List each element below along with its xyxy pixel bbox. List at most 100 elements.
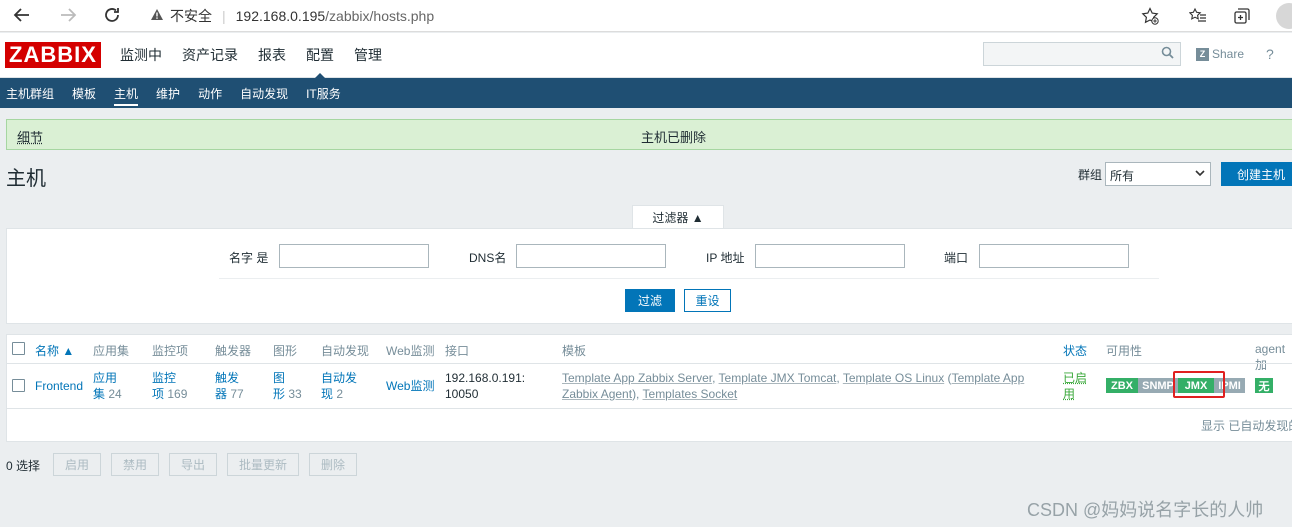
header-apps: 应用集 <box>93 342 129 359</box>
apps-count: 24 <box>108 387 121 401</box>
row-divider <box>7 408 1292 409</box>
share-label: Share <box>1212 47 1244 61</box>
insecure-label: 不安全 <box>170 6 212 26</box>
interface-cell: 192.168.0.191: 10050 <box>445 370 525 402</box>
header-discovery: 自动发现 <box>321 342 369 359</box>
status-line2: 用 <box>1063 386 1087 402</box>
forward-arrow-icon[interactable] <box>58 5 78 25</box>
share-link[interactable]: Z Share <box>1196 47 1244 61</box>
zabbix-logo[interactable]: ZABBIX <box>5 42 101 68</box>
filter-port-input[interactable] <box>979 244 1129 268</box>
warning-triangle-icon <box>150 8 164 24</box>
templates-cell: Template App Zabbix Server, Template JMX… <box>562 370 1042 402</box>
filter-panel: 名字 是 DNS名 IP 地址 端口 过滤 重设 <box>6 228 1292 324</box>
filter-name-input[interactable] <box>279 244 429 268</box>
template-link[interactable]: Template App Zabbix Server <box>562 371 712 385</box>
items-label-line2: 项 <box>152 387 164 401</box>
filter-ip-input[interactable] <box>755 244 905 268</box>
selected-count: 0 选择 <box>6 457 40 474</box>
graphs-label-line1: 图 <box>273 370 302 386</box>
search-icon[interactable] <box>1161 46 1174 62</box>
row-checkbox[interactable] <box>12 379 25 392</box>
filter-apply-button[interactable]: 过滤 <box>625 289 675 312</box>
status-enabled-link[interactable]: 已启 用 <box>1063 370 1087 402</box>
enable-button[interactable]: 启用 <box>53 453 101 476</box>
subnav-hosts[interactable]: 主机 <box>108 78 144 108</box>
header-availability: 可用性 <box>1106 342 1142 359</box>
favorites-icon[interactable] <box>1186 4 1210 28</box>
template-link[interactable]: Templates Socket <box>643 387 738 401</box>
subnav-templates[interactable]: 模板 <box>66 78 102 108</box>
top-menu: 监测中 资产记录 报表 配置 管理 <box>120 45 402 65</box>
highlight-box <box>1173 371 1225 398</box>
watermark-text: CSDN @妈妈说名字长的人帅 <box>1027 496 1263 522</box>
menu-inventory[interactable]: 资产记录 <box>182 45 238 65</box>
apps-label-line2: 集 <box>93 387 105 401</box>
discovery-label-line2: 现 <box>321 387 333 401</box>
subnav-it-services[interactable]: IT服务 <box>300 78 347 108</box>
status-line1: 已启 <box>1063 370 1087 386</box>
filter-port-label: 端口 <box>944 249 968 266</box>
reload-icon[interactable] <box>102 5 122 25</box>
delete-button[interactable]: 删除 <box>309 453 357 476</box>
filter-tab[interactable]: 过滤器 ▲ <box>632 205 724 229</box>
group-label: 群组 <box>1078 166 1102 183</box>
encryption-none-badge: 无 <box>1255 378 1273 393</box>
apps-link[interactable]: 应用 集 24 <box>93 370 122 402</box>
help-icon[interactable]: ? <box>1266 46 1274 62</box>
group-select[interactable]: 所有 <box>1105 162 1211 186</box>
mass-update-button[interactable]: 批量更新 <box>227 453 299 476</box>
select-all-checkbox[interactable] <box>12 342 25 355</box>
header-status[interactable]: 状态 <box>1063 342 1087 359</box>
collections-icon[interactable] <box>1230 4 1254 28</box>
subnav-discovery[interactable]: 自动发现 <box>234 78 294 108</box>
graphs-label-line2: 形 <box>273 387 285 401</box>
filter-reset-button[interactable]: 重设 <box>684 289 731 312</box>
discovery-count: 2 <box>336 387 343 401</box>
web-monitoring-link[interactable]: Web监测 <box>386 378 434 394</box>
page-title: 主机 <box>6 162 46 191</box>
header-name[interactable]: 名称 ▲ <box>35 342 74 359</box>
graphs-count: 33 <box>288 387 301 401</box>
filter-dns-input[interactable] <box>516 244 666 268</box>
filter-dns-label: DNS名 <box>469 249 506 266</box>
menu-monitoring[interactable]: 监测中 <box>120 45 162 65</box>
menu-reports[interactable]: 报表 <box>258 45 286 65</box>
template-link[interactable]: Template App <box>952 371 1025 385</box>
url-host: 192.168.0.195 <box>236 8 326 24</box>
subnav-maintenance[interactable]: 维护 <box>150 78 186 108</box>
message-details-link[interactable]: 细节 <box>17 127 43 146</box>
subnav-actions[interactable]: 动作 <box>192 78 228 108</box>
graphs-link[interactable]: 图 形 33 <box>273 370 302 402</box>
favorite-add-icon[interactable] <box>1138 4 1162 28</box>
header-divider <box>7 363 1292 364</box>
triggers-link[interactable]: 触发 器 77 <box>215 370 244 402</box>
template-link[interactable]: Template JMX Tomcat <box>719 371 837 385</box>
profile-avatar[interactable] <box>1276 3 1292 29</box>
discovery-link[interactable]: 自动发 现 2 <box>321 370 357 402</box>
back-arrow-icon[interactable] <box>12 5 32 25</box>
menu-administration[interactable]: 管理 <box>354 45 382 65</box>
url-path: /zabbix/hosts.php <box>325 8 434 24</box>
export-button[interactable]: 导出 <box>169 453 217 476</box>
host-name-link[interactable]: Frontend <box>35 378 83 394</box>
chevron-down-icon <box>1194 165 1206 184</box>
browser-toolbar: 不安全 | 192.168.0.195 /zabbix/hosts.php <box>0 0 1292 32</box>
address-bar[interactable]: 不安全 | 192.168.0.195 /zabbix/hosts.php <box>150 4 434 28</box>
zabbix-share-icon: Z <box>1196 48 1209 61</box>
filter-divider <box>219 278 1159 279</box>
menu-configuration[interactable]: 配置 <box>306 45 334 65</box>
zbx-availability-badge: ZBX <box>1106 378 1138 393</box>
search-input[interactable] <box>983 42 1181 66</box>
template-link[interactable]: Template OS Linux <box>843 371 944 385</box>
items-link[interactable]: 监控 项 169 <box>152 370 187 402</box>
disable-button[interactable]: 禁用 <box>111 453 159 476</box>
hosts-table: 名称 ▲ 应用集 监控项 触发器 图形 自动发现 Web监测 接口 模板 状态 … <box>6 334 1292 442</box>
message-text: 主机已删除 <box>641 127 706 146</box>
create-host-button[interactable]: 创建主机 <box>1221 162 1292 186</box>
template-link[interactable]: Zabbix Agent <box>562 387 632 401</box>
header-triggers: 触发器 <box>215 342 251 359</box>
subnav-host-groups[interactable]: 主机群组 <box>0 78 60 108</box>
triggers-count: 77 <box>230 387 243 401</box>
filter-ip-label: IP 地址 <box>706 249 744 266</box>
